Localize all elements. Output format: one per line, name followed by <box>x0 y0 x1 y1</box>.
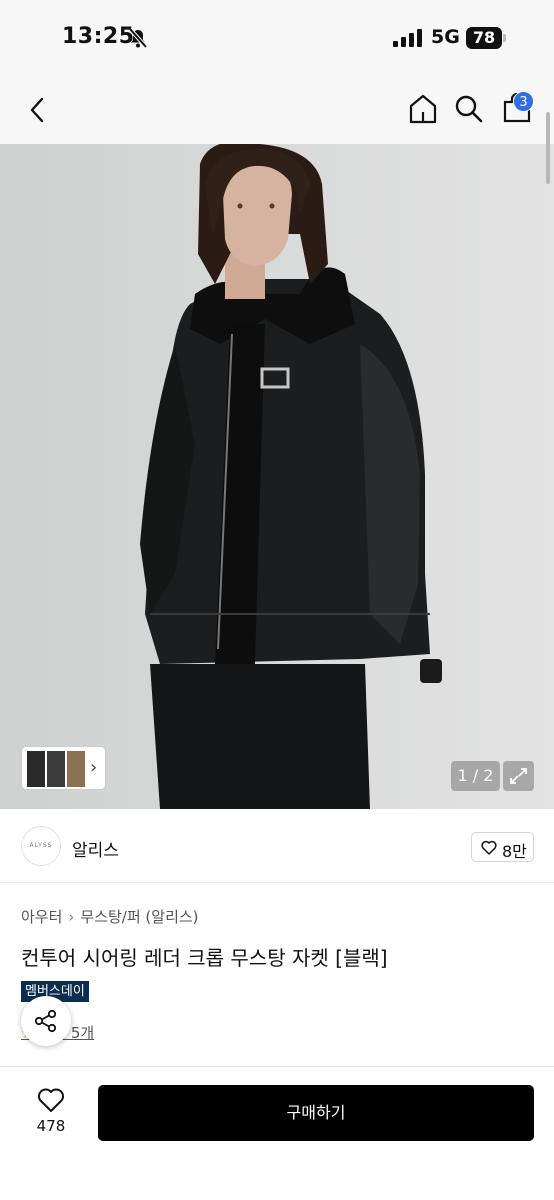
buy-button[interactable]: 구매하기 <box>98 1085 534 1141</box>
heart-icon <box>38 1088 64 1112</box>
product-photo <box>0 144 554 809</box>
brand-name[interactable]: 알리스 <box>72 836 119 861</box>
expand-button[interactable] <box>503 761 534 791</box>
breadcrumb-category[interactable]: 아우터 <box>21 906 62 927</box>
battery-tip <box>503 34 506 42</box>
bell-muted-icon <box>128 27 148 49</box>
search-icon[interactable] <box>453 93 485 125</box>
thumbnail-strip[interactable]: › <box>21 746 106 790</box>
wishlist-button[interactable]: 478 <box>26 1085 76 1143</box>
status-bar: 13:25 5G 78 <box>0 0 554 76</box>
home-icon[interactable] <box>406 92 440 126</box>
share-button[interactable] <box>21 996 71 1046</box>
cart-count-badge: 3 <box>513 91 534 112</box>
scrollbar[interactable] <box>546 112 550 184</box>
breadcrumb-subcategory[interactable]: 무스탕/퍼 (알리스) <box>80 906 198 927</box>
heart-icon <box>481 840 497 855</box>
status-time: 13:25 <box>62 24 135 49</box>
thumbnail-2[interactable] <box>47 751 65 787</box>
breadcrumb: 아우터 › 무스탕/퍼 (알리스) <box>21 906 199 927</box>
back-arrow-icon[interactable] <box>26 96 50 124</box>
product-image-gallery[interactable]: › 1 / 2 <box>0 144 554 809</box>
brand-row: ALYSS 알리스 8만 <box>0 809 554 883</box>
signal-icon <box>393 29 422 47</box>
chevron-right-icon: › <box>90 757 98 778</box>
network-type: 5G <box>431 26 460 48</box>
thumbnail-1[interactable] <box>27 751 45 787</box>
brand-logo[interactable]: ALYSS <box>21 826 61 866</box>
bottom-purchase-bar: 478 구매하기 <box>0 1066 554 1200</box>
chevron-right-icon: › <box>68 908 75 926</box>
battery-icon: 78 <box>466 27 502 49</box>
product-title: 컨투어 시어링 레더 크롭 무스탕 자켓 [블랙] <box>21 946 388 970</box>
brand-like-button[interactable]: 8만 <box>471 832 534 862</box>
thumbnail-3[interactable] <box>67 751 85 787</box>
image-page-counter: 1 / 2 <box>451 761 500 791</box>
expand-icon <box>510 768 527 784</box>
navigation-bar: 3 <box>0 76 554 144</box>
brand-like-count: 8만 <box>502 842 527 861</box>
share-icon <box>34 1009 57 1033</box>
wishlist-count: 478 <box>36 1117 66 1135</box>
